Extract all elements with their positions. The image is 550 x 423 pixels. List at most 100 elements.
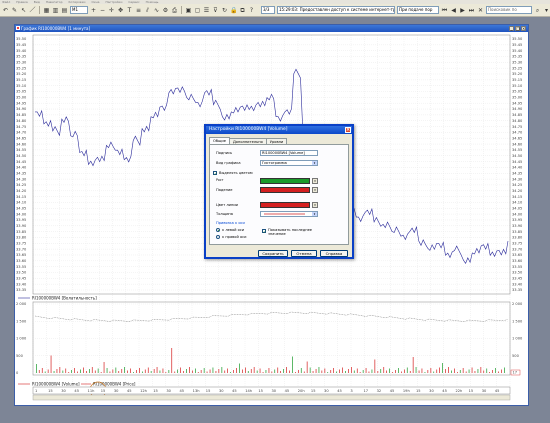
volume-bar: [351, 367, 352, 373]
price-tick-left: 34.50: [16, 154, 27, 158]
volume-bar: [462, 368, 464, 373]
rise-color-swatch[interactable]: [260, 178, 310, 184]
price-tick-right: 34.55: [512, 148, 522, 152]
volume-bar: [74, 368, 75, 373]
filter-icon[interactable]: ⊽: [212, 7, 219, 14]
right-axis-radio[interactable]: [216, 235, 220, 239]
timeframe-select[interactable]: M1: [70, 6, 88, 14]
volume-bar: [459, 370, 461, 373]
copy-icon[interactable]: ⧉: [239, 7, 246, 14]
close-small-icon[interactable]: ✕: [477, 7, 484, 14]
crosshair-icon[interactable]: ✛: [108, 7, 115, 14]
window-icon[interactable]: ▢: [194, 7, 201, 14]
cancel-button[interactable]: Отмена: [291, 250, 317, 257]
price-tick-left: 35.45: [16, 43, 26, 47]
chart-icon[interactable]: ▥: [52, 7, 59, 14]
prev-icon[interactable]: ◀: [450, 7, 457, 14]
minimize-button[interactable]: _: [509, 26, 514, 31]
next-icon[interactable]: ▶: [459, 7, 466, 14]
line-icon[interactable]: ／: [29, 7, 36, 14]
volume-bar: [353, 370, 355, 373]
volume-bar: [38, 370, 40, 373]
save-button[interactable]: Сохранить: [258, 250, 288, 257]
search-input[interactable]: Поисковик по: [486, 6, 532, 14]
channel-icon[interactable]: ⫽: [144, 7, 151, 14]
price-tick-right: 33.40: [512, 282, 523, 286]
tab-general[interactable]: Общие: [209, 137, 230, 144]
volume-bar: [186, 369, 187, 373]
volume-bar: [195, 368, 196, 373]
volume-bar: [168, 370, 170, 373]
volume-bar: [483, 370, 485, 373]
show-last-checkbox[interactable]: ✓: [262, 229, 266, 234]
chart-type-select[interactable]: Гистограмма ▾: [260, 160, 318, 166]
volume-bar: [327, 372, 329, 373]
fall-color-swatch[interactable]: [260, 187, 310, 193]
price-tick-left: 34.70: [16, 131, 27, 135]
help-button[interactable]: Справка: [320, 250, 348, 257]
thickness-select[interactable]: ▾: [260, 211, 318, 217]
chevron-down-icon: ▾: [312, 212, 317, 216]
last-icon[interactable]: ⏭: [468, 7, 475, 14]
refresh-icon[interactable]: ↻: [221, 7, 228, 14]
search-options-icon[interactable]: ▾: [543, 7, 550, 14]
volume-bar: [501, 369, 502, 373]
volume-tick-right: 500: [512, 354, 520, 358]
separator: [181, 6, 182, 14]
time-tick: 45: [285, 389, 290, 393]
volume-bar: [398, 368, 399, 373]
grid-icon[interactable]: ▦: [43, 7, 50, 14]
price-tick-right: 33.65: [512, 253, 522, 257]
news-ticker[interactable]: 15:29:03: Предоставлен доступ к системе …: [277, 6, 395, 14]
highlight-checkbox[interactable]: ✓: [213, 171, 217, 176]
dialog-close-button[interactable]: ×: [345, 127, 351, 133]
zoom-out-icon[interactable]: −: [99, 7, 106, 14]
time-tick: 45: [390, 389, 395, 393]
volume-bar: [374, 359, 376, 373]
line-color-picker-icon[interactable]: ▾: [312, 202, 318, 208]
volume-bar: [83, 367, 84, 373]
volume-bar: [489, 372, 490, 373]
volume-bar: [474, 371, 476, 373]
time-tick: 30: [61, 389, 66, 393]
settings-icon[interactable]: ⚙: [162, 7, 169, 14]
rise-color-picker-icon[interactable]: ▾: [312, 178, 318, 184]
chart-window-titlebar[interactable]: График RI100000BW4 [1 минута] _ □ ×: [15, 25, 528, 32]
draw-icon[interactable]: ✎: [11, 7, 18, 14]
list-icon[interactable]: ☰: [203, 7, 210, 14]
help-icon[interactable]: ?: [248, 7, 255, 14]
close-button[interactable]: ×: [521, 26, 526, 31]
fall-color-picker-icon[interactable]: ▾: [312, 187, 318, 193]
price-tick-left: 33.85: [16, 230, 26, 234]
fibonacci-icon[interactable]: ≡: [135, 7, 142, 14]
print-icon[interactable]: ⎙: [171, 7, 178, 14]
chart-type-icon[interactable]: ▤: [61, 7, 68, 14]
zoom-in-icon[interactable]: +: [90, 7, 97, 14]
order-combo[interactable]: При подаче пор: [397, 6, 439, 14]
lock-icon[interactable]: 🔒: [230, 7, 237, 14]
text-icon[interactable]: T: [126, 7, 133, 14]
volume-bar: [41, 368, 43, 373]
price-tick-left: 34.15: [16, 195, 26, 199]
price-tick-right: 35.20: [512, 72, 523, 76]
left-axis-radio[interactable]: [216, 228, 220, 232]
first-icon[interactable]: ⏮: [441, 7, 448, 14]
table-icon[interactable]: ▣: [185, 7, 192, 14]
time-tick: 15: [311, 389, 316, 393]
pan-icon[interactable]: ✥: [117, 7, 124, 14]
price-tick-left: 33.45: [16, 277, 26, 281]
dialog-titlebar[interactable]: Настройки RI100000BW4 [Volume] ×: [206, 126, 352, 134]
chevron-down-icon: ▾: [312, 161, 317, 165]
volume-bar: [230, 372, 231, 373]
undo-icon[interactable]: ↶: [2, 7, 9, 14]
cursor-icon[interactable]: ↖: [20, 7, 27, 14]
indicator-icon[interactable]: ∿: [153, 7, 160, 14]
time-tick: 1: [35, 389, 37, 393]
search-icon[interactable]: ⌕: [534, 7, 541, 14]
price-tick-left: 34.85: [16, 113, 26, 117]
maximize-button[interactable]: □: [515, 26, 520, 31]
line-color-swatch[interactable]: [260, 202, 310, 208]
caption-input[interactable]: RI100000BW4 [Volume]: [260, 150, 318, 156]
volume-bar: [324, 368, 326, 373]
fall-label: Падение: [216, 188, 233, 192]
